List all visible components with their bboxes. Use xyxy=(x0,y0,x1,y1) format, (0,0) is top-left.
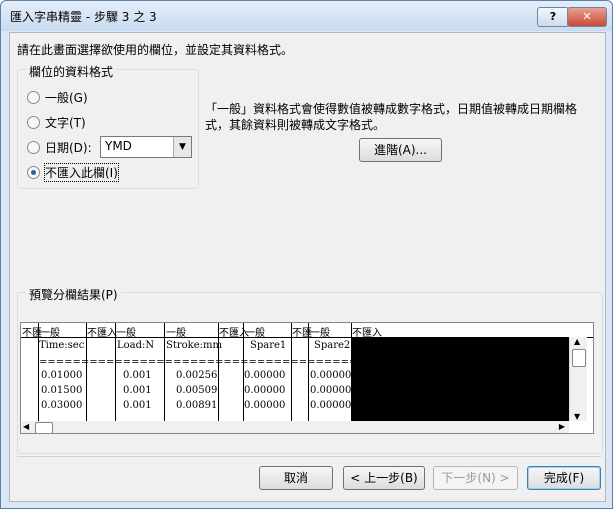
radio-general-label: 一般(G) xyxy=(45,91,88,105)
data-cell: 0.01000 xyxy=(41,370,83,381)
data-cell: 0.001 xyxy=(123,370,152,381)
back-button[interactable]: < 上一步(B) xyxy=(343,466,425,490)
selected-column-highlight[interactable] xyxy=(352,337,569,433)
date-format-select[interactable]: YMD ▼ xyxy=(100,136,192,158)
import-wizard-window: 匯入字串精靈 - 步驟 3 之 3 ? ✕ 請在此畫面選擇欲使用的欄位，並設定其… xyxy=(0,0,613,509)
data-cell: 0.00000 xyxy=(244,400,286,411)
scroll-up-icon[interactable]: ▲ xyxy=(574,337,580,346)
vertical-scrollbar[interactable]: ▲ ▼ xyxy=(569,337,587,421)
radio-circle[interactable] xyxy=(27,91,40,104)
data-cell: 0.00000 xyxy=(244,385,286,396)
scroll-down-icon[interactable]: ▼ xyxy=(574,412,580,421)
scroll-right-icon[interactable]: ▶ xyxy=(559,422,565,431)
horizontal-scrollbar[interactable]: ◀ ▶ xyxy=(21,421,569,433)
preview-label: 預覽分欄結果(P) xyxy=(26,286,121,303)
data-cell: 0.01500 xyxy=(41,385,83,396)
help-button[interactable]: ? xyxy=(537,7,569,27)
radio-circle[interactable] xyxy=(27,141,40,154)
scroll-left-icon[interactable]: ◀ xyxy=(23,422,29,431)
data-cell: 0.001 xyxy=(123,400,152,411)
radio-date-label: 日期(D): xyxy=(45,141,92,155)
label-cell: Load:N xyxy=(117,340,155,351)
radio-circle-selected[interactable] xyxy=(27,166,40,179)
preview-grid[interactable]: 不匯 一般 不匯入 一般 一般 不匯入 一般 不匯 一般 不匯入 Time:se… xyxy=(20,322,594,434)
label-cell: Spare1 xyxy=(250,340,287,351)
close-button[interactable]: ✕ xyxy=(567,7,607,27)
label-cell: Stroke:mm xyxy=(166,340,222,351)
advanced-button[interactable]: 進階(A)... xyxy=(359,138,442,162)
data-cell: 0.03000 xyxy=(41,400,83,411)
data-cell: 0.00000 xyxy=(310,385,352,396)
footer-divider xyxy=(17,456,601,457)
intro-text: 請在此畫面選擇欲使用的欄位，並設定其資料格式。 xyxy=(17,43,294,57)
label-cell: Spare2 xyxy=(314,340,351,351)
separator-rule: ========================================… xyxy=(39,357,351,368)
label-cell: Time:sec xyxy=(39,340,85,351)
column-format-group: 欄位的資料格式 一般(G) 文字(T) 日期(D): YMD ▼ 不匯入此欄(I… xyxy=(17,63,199,189)
data-cell: 0.001 xyxy=(123,385,152,396)
data-cell: 0.00000 xyxy=(244,370,286,381)
horizontal-scroll-thumb[interactable] xyxy=(35,422,53,433)
data-cell: 0.00891 xyxy=(176,400,218,411)
cancel-button[interactable]: 取消 xyxy=(259,466,333,490)
finish-button[interactable]: 完成(F) xyxy=(527,466,601,490)
wizard-body: 請在此畫面選擇欲使用的欄位，並設定其資料格式。 欄位的資料格式 一般(G) 文字… xyxy=(9,32,606,502)
data-cell: 0.00256 xyxy=(176,370,218,381)
data-cell: 0.00509 xyxy=(176,385,218,396)
title-bar: 匯入字串精靈 - 步驟 3 之 3 ? ✕ xyxy=(1,1,612,31)
next-button[interactable]: 下一步(N) > xyxy=(433,466,518,490)
window-title: 匯入字串精靈 - 步驟 3 之 3 xyxy=(10,10,157,24)
vertical-scroll-thumb[interactable] xyxy=(572,349,586,367)
date-format-value: YMD xyxy=(105,139,132,153)
group-label: 欄位的資料格式 xyxy=(26,63,117,80)
radio-skip-label: 不匯入此欄(I) xyxy=(44,163,119,182)
radio-circle[interactable] xyxy=(27,116,40,129)
radio-text-label: 文字(T) xyxy=(45,116,86,130)
data-cell: 0.00000 xyxy=(310,370,352,381)
data-cell: 0.00000 xyxy=(310,400,352,411)
format-description: 「一般」資料格式會使得數值被轉成數字格式，日期值被轉成日期欄格式，其餘資料則被轉… xyxy=(205,102,578,132)
chevron-down-icon[interactable]: ▼ xyxy=(173,137,191,157)
